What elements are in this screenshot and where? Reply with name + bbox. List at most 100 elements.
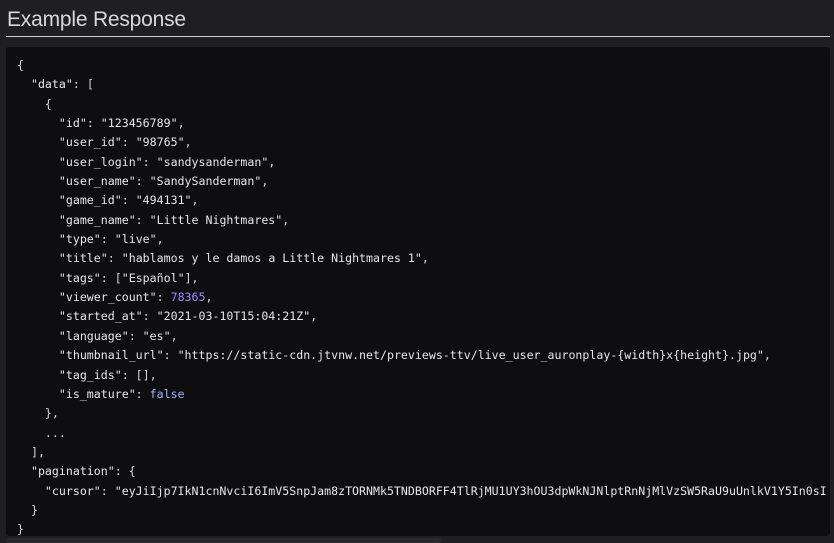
code-token-punct <box>17 484 45 498</box>
code-token-punct: : <box>100 232 115 247</box>
code-token-punct <box>17 232 59 246</box>
code-token-punct: } <box>17 522 24 536</box>
code-line: "started_at": "2021-03-10T15:04:21Z", <box>17 307 830 326</box>
code-token-key: "viewer_count" <box>58 290 157 305</box>
code-token-punct <box>17 309 59 323</box>
code-token-punct: , <box>170 328 178 343</box>
code-line: "id": "123456789", <box>17 114 830 133</box>
code-token-punct: : <box>135 174 150 189</box>
code-token-key: "tag_ids" <box>58 367 122 382</box>
code-token-key: "is_mature" <box>58 386 136 401</box>
code-token-str: "Little Nightmares" <box>149 212 283 227</box>
code-line: "game_name": "Little Nightmares", <box>17 211 830 230</box>
code-token-punct: : <box>128 328 143 343</box>
code-token-punct <box>17 174 59 188</box>
code-token-str: "hablamos y le damos a Little Nightmares… <box>121 251 422 266</box>
code-line: "pagination": { <box>17 462 830 481</box>
code-token-str: "123456789" <box>100 116 178 131</box>
code-token-num: 78365 <box>170 290 206 305</box>
code-token-punct: { <box>17 58 24 72</box>
code-token-punct: : <box>142 309 157 324</box>
code-token-punct: , <box>156 232 164 247</box>
code-token-str: "sandysanderman" <box>156 154 269 169</box>
code-content: { "data": [ { "id": "123456789", "user_i… <box>6 47 830 536</box>
code-token-key: "thumbnail_url" <box>58 348 164 363</box>
code-token-punct: : <box>163 348 178 363</box>
code-token-bool: false <box>149 386 185 401</box>
code-token-punct <box>17 329 59 343</box>
code-token-punct <box>17 77 31 91</box>
code-token-punct: : <box>107 251 122 266</box>
code-token-punct <box>17 251 59 265</box>
code-line: "user_login": "sandysanderman", <box>17 153 830 172</box>
code-token-punct: , <box>184 135 192 150</box>
code-token-punct: { <box>17 96 52 111</box>
horizontal-scrollbar-thumb[interactable] <box>6 538 441 543</box>
code-line: "type": "live", <box>17 230 830 249</box>
code-token-key: "title" <box>58 251 108 266</box>
code-token-punct: : <box>135 386 150 401</box>
code-token-punct: : [ <box>72 77 94 92</box>
code-token-punct: : <box>121 135 136 150</box>
code-token-key: "pagination" <box>30 464 115 479</box>
code-token-punct: , <box>421 251 429 266</box>
code-line: "tag_ids": [], <box>17 366 830 385</box>
code-line: } <box>17 520 830 536</box>
code-line: "language": "es", <box>17 327 830 346</box>
code-token-punct <box>17 193 59 207</box>
code-token-punct: ], <box>184 270 199 285</box>
code-token-punct: , <box>310 309 318 324</box>
code-line: "is_mature": false <box>17 385 830 404</box>
code-token-str: "Español" <box>121 270 185 285</box>
code-line: ], <box>17 443 830 462</box>
code-token-punct: : <box>135 212 150 227</box>
code-line: "user_name": "SandySanderman", <box>17 172 830 191</box>
code-token-str: "SandySanderman" <box>149 174 262 189</box>
code-token-punct: : <box>100 483 115 498</box>
code-token-punct: ], <box>17 444 45 459</box>
code-line: "user_id": "98765", <box>17 133 830 152</box>
code-token-key: "cursor" <box>44 483 101 498</box>
code-line: "tags": ["Español"], <box>17 269 830 288</box>
code-line: "viewer_count": 78365, <box>17 288 830 307</box>
code-token-punct: : <box>142 154 157 169</box>
code-token-key: "game_id" <box>58 193 122 208</box>
code-token-key: "started_at" <box>58 309 143 324</box>
code-token-punct: : <box>86 116 101 131</box>
code-token-key: "language" <box>58 328 129 343</box>
code-token-key: "user_login" <box>58 154 143 169</box>
code-token-punct: ... <box>17 425 66 440</box>
code-token-str: "98765" <box>135 135 185 150</box>
code-token-punct: : <box>121 193 136 208</box>
code-token-punct <box>17 155 59 169</box>
code-token-punct: } <box>17 502 38 517</box>
code-token-punct: , <box>177 116 185 131</box>
code-token-punct <box>17 213 59 227</box>
code-line: { <box>17 56 830 75</box>
code-line: { <box>17 95 830 114</box>
code-token-punct <box>17 271 59 285</box>
code-line: "data": [ <box>17 75 830 94</box>
code-line: "cursor": "eyJiIjp7IkN1cnNvciI6ImV5SnpJa… <box>17 482 830 501</box>
section-title: Example Response <box>7 8 186 31</box>
code-token-punct <box>17 368 59 382</box>
code-token-punct <box>17 135 59 149</box>
code-block[interactable]: { "data": [ { "id": "123456789", "user_i… <box>6 47 830 536</box>
code-line: "thumbnail_url": "https://static-cdn.jtv… <box>17 346 830 365</box>
code-token-punct: : [], <box>121 367 157 382</box>
code-token-key: "id" <box>58 116 87 131</box>
code-token-key: "tags" <box>58 270 101 285</box>
code-token-key: "data" <box>30 77 73 92</box>
code-token-punct <box>17 464 31 478</box>
code-token-str: "eyJiIjp7IkN1cnNvciI6ImV5SnpJam8zTORNMk5… <box>114 483 827 498</box>
code-token-punct: , <box>261 174 269 189</box>
code-token-punct <box>17 348 59 362</box>
code-token-punct <box>17 290 59 304</box>
code-token-punct: , <box>282 212 290 227</box>
code-token-punct: : { <box>114 464 136 479</box>
code-token-str: "https://static-cdn.jtvnw.net/previews-t… <box>177 348 764 363</box>
code-line: ... <box>17 424 830 443</box>
code-token-punct: : [ <box>100 270 122 285</box>
code-line: } <box>17 501 830 520</box>
code-token-str: "live" <box>114 232 157 247</box>
